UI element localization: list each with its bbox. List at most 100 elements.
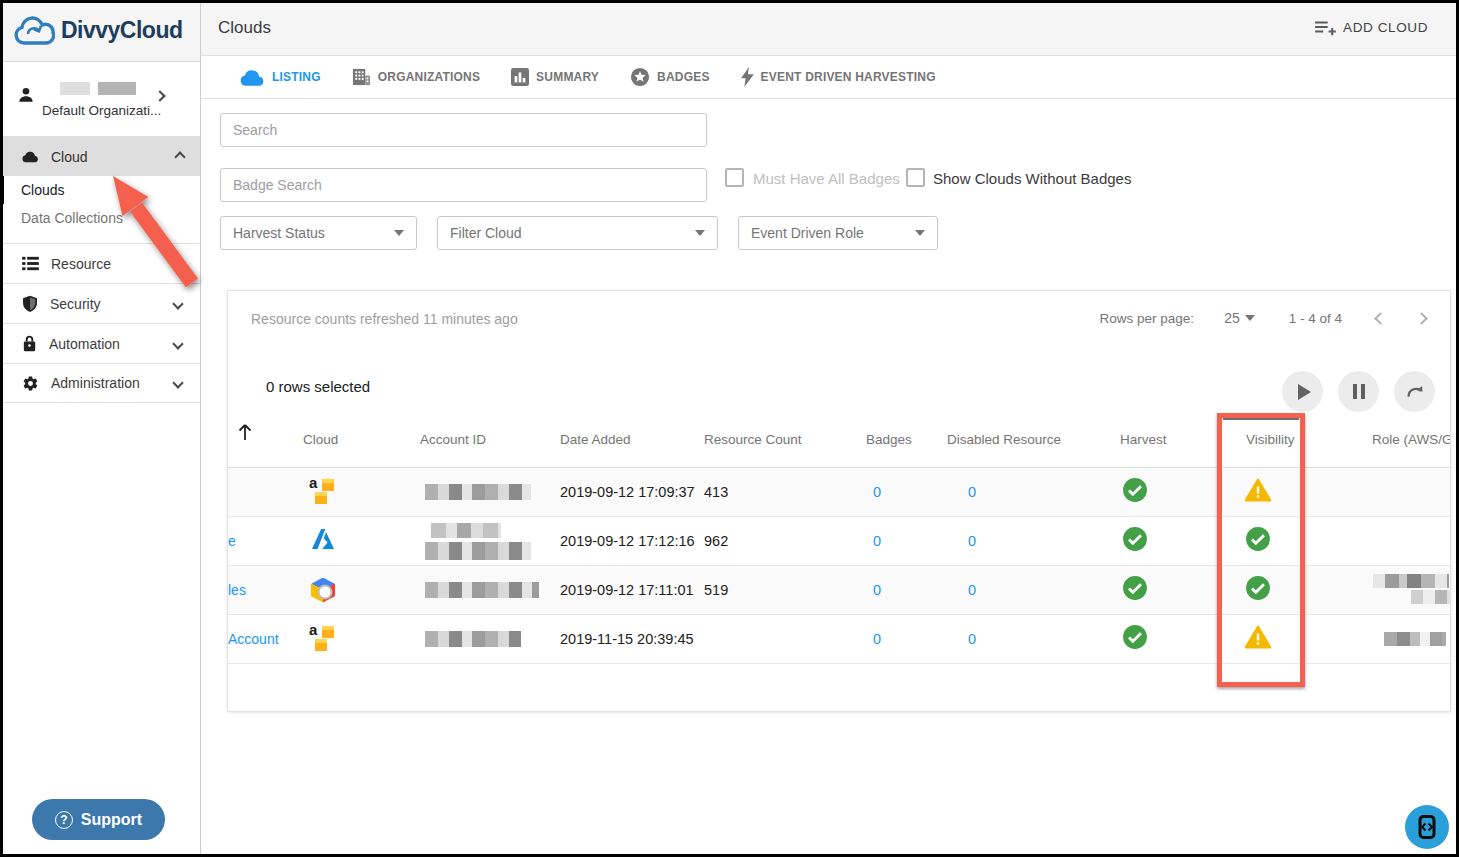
harvest-ok-icon [1122,477,1148,507]
sort-ascending-icon[interactable] [237,424,253,442]
harvest-ok-icon [1122,526,1148,556]
tab-listing[interactable]: LISTING [240,69,321,86]
aws-icon: a [308,476,338,508]
must-have-all-badges-checkbox[interactable] [725,168,744,187]
sidebar-item-administration[interactable]: Administration [0,363,200,403]
censored-account-id [425,582,539,598]
org-selector[interactable]: Default Organizati... [0,62,200,137]
badges-link[interactable]: 0 [873,484,881,500]
sidebar-item-cloud[interactable]: Cloud [0,137,200,176]
chevron-right-icon [154,90,165,101]
playlist-add-icon [1314,19,1336,37]
column-header-account-id[interactable]: Account ID [420,432,486,447]
show-clouds-without-badges-checkbox[interactable] [906,168,925,187]
rows-per-page-label: Rows per page: [1100,311,1195,326]
badge-search-input[interactable]: Badge Search [220,168,707,202]
sidebar-item-label: Clouds [21,182,65,198]
date-added: 2019-11-15 20:39:45 [560,631,694,647]
disabled-resource-link[interactable]: 0 [968,582,976,598]
column-header-date-added[interactable]: Date Added [560,432,631,447]
gcp-icon [310,578,337,603]
tab-label: BADGES [657,70,710,84]
cloud-name-link[interactable]: Account [228,631,279,647]
column-header-resource-count[interactable]: Resource Count [704,432,802,447]
caret-down-icon[interactable] [1245,315,1255,321]
disabled-resource-link[interactable]: 0 [968,484,976,500]
resume-harvest-button[interactable] [1282,371,1323,412]
annotation-highlight-rectangle [1217,413,1305,687]
play-icon [1298,384,1311,400]
sidebar: DivvyCloud Default Organizati... Cloud C… [0,0,201,857]
add-cloud-button[interactable]: ADD CLOUD [1314,19,1428,37]
tab-organizations[interactable]: ORGANIZATIONS [352,68,480,86]
add-cloud-label: ADD CLOUD [1343,20,1428,35]
badges-link[interactable]: 0 [873,631,881,647]
censored-account-id [425,631,521,647]
previous-page-button[interactable] [1374,312,1387,325]
page-range: 1 - 4 of 4 [1289,311,1342,326]
column-header-cloud[interactable]: Cloud [303,432,338,447]
search-placeholder: Search [233,122,277,138]
tab-summary[interactable]: SUMMARY [511,68,599,86]
tab-event-driven-harvesting[interactable]: EVENT DRIVEN HARVESTING [741,67,936,87]
shield-icon [22,295,38,312]
sidebar-item-data-collections[interactable]: Data Collections [0,204,200,232]
person-icon [16,85,36,105]
org-label: Default Organizati... [42,103,161,118]
sidebar-item-label: Automation [49,336,174,352]
chevron-down-icon [172,377,183,388]
page-title: Clouds [218,18,271,38]
badges-link[interactable]: 0 [873,582,881,598]
next-page-button[interactable] [1415,312,1428,325]
cloud-name-link[interactable]: e [228,533,236,549]
tab-label: ORGANIZATIONS [378,70,480,84]
dev-widget-button[interactable] [1405,805,1449,849]
disabled-resource-link[interactable]: 0 [968,631,976,647]
dropdown-label: Filter Cloud [450,225,522,241]
event-driven-role-dropdown[interactable]: Event Driven Role [738,216,938,250]
censored-account-id [425,484,531,500]
resource-count: 519 [704,582,728,598]
sidebar-item-resource[interactable]: Resource [0,243,200,283]
column-header-harvest[interactable]: Harvest [1120,432,1167,447]
brand-name: DivvyCloud [61,17,183,44]
badges-link[interactable]: 0 [873,533,881,549]
tab-label: EVENT DRIVEN HARVESTING [761,70,936,84]
sidebar-item-label: Security [50,296,174,312]
topbar: Clouds ADD CLOUD [201,0,1459,56]
column-header-badges[interactable]: Badges [866,432,912,447]
column-header-disabled-resource[interactable]: Disabled Resource [947,432,1061,447]
chevron-up-icon [174,151,185,162]
dropdown-label: Harvest Status [233,225,325,241]
tab-label: LISTING [272,70,321,84]
divvycloud-logo-icon [13,16,55,46]
date-added: 2019-09-12 17:09:37 [560,484,695,500]
pause-harvest-button[interactable] [1338,371,1379,412]
gear-icon [22,375,39,392]
lightning-bolt-icon [741,67,754,87]
harvest-ok-icon [1122,624,1148,654]
cloud-icon [22,150,39,163]
logo-area: DivvyCloud [0,0,200,62]
column-header-role[interactable]: Role (AWS/GC [1372,432,1451,447]
sidebar-item-automation[interactable]: Automation [0,323,200,363]
tab-badges[interactable]: BADGES [630,67,710,87]
censored-role [1373,574,1451,604]
disabled-resource-link[interactable]: 0 [968,533,976,549]
date-added: 2019-09-12 17:11:01 [560,582,694,598]
question-icon: ? [55,811,73,829]
filter-cloud-dropdown[interactable]: Filter Cloud [437,216,718,250]
harvest-status-dropdown[interactable]: Harvest Status [220,216,417,250]
rows-per-page-value[interactable]: 25 [1224,310,1240,326]
cloud-name-link[interactable]: les [228,582,246,598]
azure-icon [310,528,336,555]
sidebar-item-label: Data Collections [21,210,123,226]
reharvest-button[interactable] [1394,371,1435,412]
search-input[interactable]: Search [220,113,707,147]
support-button[interactable]: ? Support [32,799,165,840]
sidebar-item-security[interactable]: Security [0,283,200,323]
star-badge-icon [630,67,650,87]
sidebar-item-clouds[interactable]: Clouds [0,176,200,204]
censored-account-id [425,523,535,560]
list-icon [22,256,39,271]
